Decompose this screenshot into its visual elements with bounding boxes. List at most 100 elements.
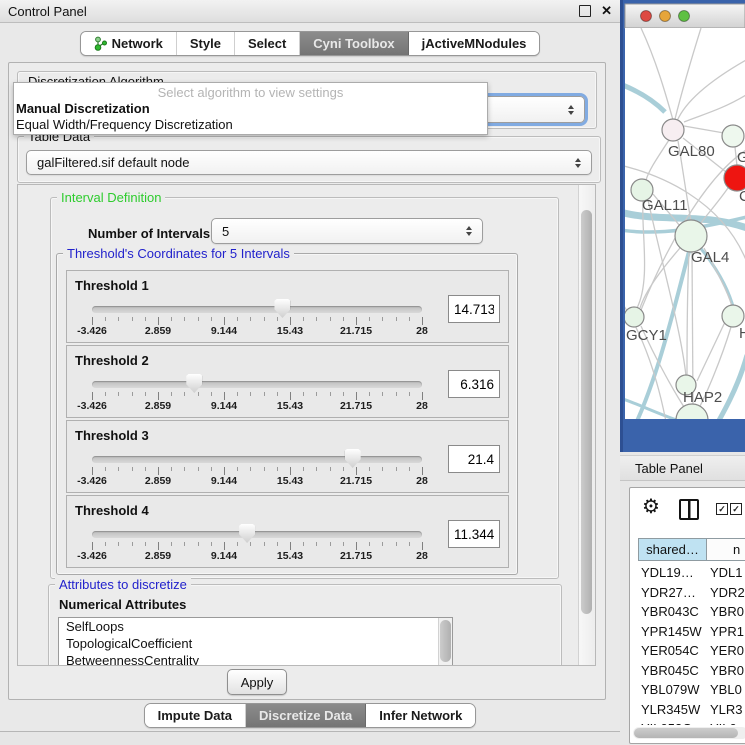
tab-select[interactable]: Select	[235, 32, 300, 55]
tick-mark	[409, 467, 410, 471]
threshold-value-input[interactable]	[448, 295, 500, 323]
tick-mark	[303, 317, 304, 321]
tab-jactivemnodules[interactable]: jActiveMNodules	[409, 32, 540, 55]
close-traffic-light[interactable]	[641, 11, 652, 22]
attribute-item-topologicalcoefficient[interactable]: TopologicalCoefficient	[59, 635, 452, 652]
column-header-n[interactable]: n	[707, 538, 745, 561]
threshold-label: Threshold 4	[75, 503, 149, 518]
tick-mark	[356, 317, 357, 325]
apply-button[interactable]: Apply	[227, 669, 287, 695]
network-node-h[interactable]	[722, 305, 744, 327]
settings-scrollbar-thumb[interactable]	[581, 210, 592, 614]
threshold-panel-4: Threshold 4-3.4262.8599.14415.4321.71528	[66, 495, 509, 568]
num-intervals-combobox[interactable]: 5	[211, 218, 483, 244]
tick-label: 9.144	[211, 325, 237, 337]
bottom-tab-discretize-data[interactable]: Discretize Data	[246, 704, 366, 727]
threshold-value-input[interactable]	[448, 370, 500, 398]
table-data-combobox[interactable]: galFiltered.sif default node	[26, 150, 592, 175]
attributes-scrollbar[interactable]	[438, 618, 452, 666]
application-root: Control Panel ✕ NetworkStyleSelectCyni T…	[0, 0, 745, 745]
attributes-scrollbar-thumb[interactable]	[440, 620, 451, 662]
tick-mark	[171, 542, 172, 546]
column-header-shared-[interactable]: shared…	[638, 538, 707, 561]
tick-label: 28	[416, 400, 428, 412]
table-row[interactable]: YPR145WYPR1	[638, 622, 745, 642]
network-node-gal4[interactable]	[675, 220, 707, 252]
cell-shared-name: YDR27…	[638, 585, 707, 600]
cell-name: YIL0	[707, 721, 737, 725]
top-tab-strip: NetworkStyleSelectCyni ToolboxjActiveMNo…	[0, 31, 620, 56]
slider-track[interactable]	[92, 381, 422, 388]
table-row[interactable]: YDL19…YDL1	[638, 563, 745, 583]
table-row[interactable]: YBR043CYBR0	[638, 602, 745, 622]
traffic-light-buttons	[641, 11, 690, 22]
tick-mark	[237, 392, 238, 396]
tab-cyni-toolbox[interactable]: Cyni Toolbox	[300, 32, 408, 55]
float-panel-icon[interactable]	[579, 5, 591, 17]
tick-mark	[277, 542, 278, 546]
threshold-panel-3: Threshold 3-3.4262.8599.14415.4321.71528	[66, 420, 509, 493]
slider-thumb[interactable]	[186, 374, 202, 393]
network-node-label: GAL11	[642, 197, 688, 214]
tab-style[interactable]: Style	[177, 32, 235, 55]
tick-mark	[303, 542, 304, 546]
tick-mark	[396, 467, 397, 471]
slider-thumb[interactable]	[274, 299, 290, 318]
combo-arrows-icon	[568, 105, 574, 115]
network-node-gcy1[interactable]	[624, 307, 644, 327]
slider-track[interactable]	[92, 456, 422, 463]
network-node-ga[interactable]	[722, 125, 744, 147]
attribute-item-selfloops[interactable]: SelfLoops	[59, 618, 452, 635]
cell-name: YPR1	[707, 624, 744, 639]
tick-mark	[290, 392, 291, 400]
table-row[interactable]: YBR045CYBR0	[638, 661, 745, 681]
tick-mark	[422, 392, 423, 400]
tick-mark	[92, 467, 93, 475]
gear-icon[interactable]: ⚙	[642, 496, 660, 518]
slider-thumb[interactable]	[345, 449, 361, 468]
tick-mark	[343, 392, 344, 396]
slider-thumb[interactable]	[239, 524, 255, 543]
tick-mark	[409, 542, 410, 546]
zoom-traffic-light[interactable]	[679, 11, 690, 22]
tick-label: 15.43	[277, 325, 303, 337]
select-all-checkbox-icon[interactable]: ✓	[730, 503, 742, 515]
control-panel-titlebar: Control Panel ✕	[0, 0, 620, 23]
tick-mark	[92, 392, 93, 400]
split-columns-icon[interactable]	[679, 499, 699, 520]
tick-mark	[132, 317, 133, 321]
tick-mark	[250, 542, 251, 546]
table-horizontal-scrollbar[interactable]	[633, 727, 745, 739]
attributes-listbox[interactable]: SelfLoopsTopologicalCoefficientBetweenne…	[58, 617, 453, 666]
threshold-value-input[interactable]	[448, 445, 500, 473]
table-row[interactable]: YIL053CYIL0	[638, 719, 745, 725]
tab-network[interactable]: Network	[81, 32, 177, 55]
algorithm-option-manual-discretization[interactable]: Manual Discretization	[14, 101, 487, 117]
tick-mark	[237, 317, 238, 321]
slider-track[interactable]	[92, 306, 422, 313]
tick-mark	[132, 392, 133, 396]
tick-mark	[409, 317, 410, 321]
network-node-gal80[interactable]	[662, 119, 684, 141]
table-row[interactable]: YDR27…YDR2	[638, 583, 745, 603]
attribute-item-betweennesscentrality[interactable]: BetweennessCentrality	[59, 652, 452, 666]
close-icon[interactable]: ✕	[601, 6, 612, 16]
table-scrollbar-thumb[interactable]	[634, 728, 738, 738]
tick-label: 21.715	[340, 475, 372, 487]
select-all-checkbox-icon[interactable]: ✓	[716, 503, 728, 515]
tick-mark	[264, 392, 265, 396]
settings-scrollbar[interactable]	[578, 185, 595, 665]
table-row[interactable]: YBL079WYBL0	[638, 680, 745, 700]
threshold-value-input[interactable]	[448, 520, 500, 548]
tick-mark	[145, 392, 146, 396]
minimize-traffic-light[interactable]	[660, 11, 671, 22]
tick-mark	[330, 542, 331, 546]
slider-track[interactable]	[92, 531, 422, 538]
algorithm-option-equal-width-frequency-discretization[interactable]: Equal Width/Frequency Discretization	[14, 117, 487, 133]
table-row[interactable]: YER054CYER0	[638, 641, 745, 661]
bottom-tab-infer-network[interactable]: Infer Network	[366, 704, 475, 727]
table-row[interactable]: YLR345WYLR3	[638, 700, 745, 720]
tick-mark	[171, 392, 172, 396]
tick-mark	[396, 317, 397, 321]
bottom-tab-impute-data[interactable]: Impute Data	[145, 704, 246, 727]
